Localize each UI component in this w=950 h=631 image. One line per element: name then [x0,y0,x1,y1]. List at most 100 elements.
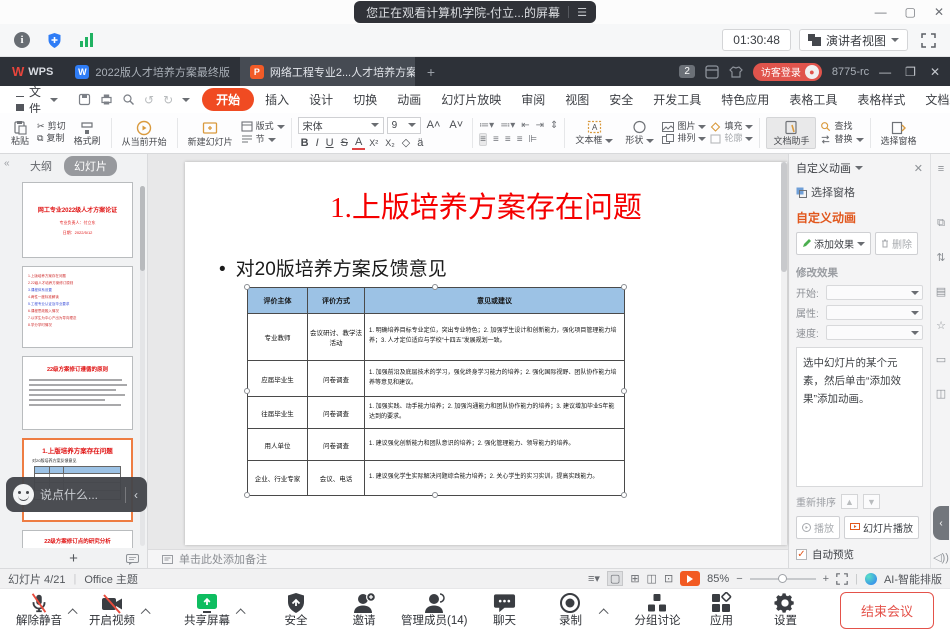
arrange-button[interactable]: 排列 [662,134,706,144]
collapse-sidebar-tab[interactable]: ‹ [933,506,949,540]
picture-button[interactable]: 图片 [662,122,706,132]
zoom-level[interactable]: 85% [707,573,729,585]
bold-button[interactable]: B [298,137,312,149]
share-pane-icon[interactable]: ◫ [934,386,948,400]
skin-theme-icon[interactable] [729,65,743,79]
tab-security[interactable]: 安全 [600,91,642,108]
viewing-banner[interactable]: 您正在观看计算机学院-付立...的屏幕 ☰ [354,1,596,23]
slide-thumbnail-1[interactable]: 1 网工专业2022级人才方案论证 专业负责人：付立东 日期：2022/5/12 [22,182,133,258]
numbered-list-icon[interactable]: ≕▾ [500,120,515,131]
minimize-button[interactable]: — [875,5,887,19]
property-select[interactable] [826,305,923,320]
record-button[interactable]: 录制 [543,592,597,628]
props-pane-icon[interactable]: ⧉ [934,216,948,230]
section-button[interactable]: 节 [241,134,285,145]
meeting-info-icon[interactable]: i [10,28,34,52]
apps-button[interactable]: 应用 [694,592,748,628]
video-options-caret[interactable] [141,608,151,618]
table-cell[interactable]: 专业教师 [248,314,308,361]
animation-pane-icon[interactable]: ⇅ [934,250,948,264]
media-pane-icon[interactable]: ▤ [934,284,948,298]
tab-slideshow[interactable]: 幻灯片放映 [432,91,510,108]
selection-handle[interactable] [621,388,627,394]
zoom-in-button[interactable]: + [823,573,829,585]
slide-table[interactable]: 评价主体 评价方式 意见或建议 专业教师 会议研讨、教学法活动 1. 明确培养目… [247,287,625,496]
slide-title[interactable]: 1.上版培养方案存在问题 [185,184,787,226]
slide-play-button[interactable]: 幻灯片播放 [844,516,919,539]
auto-preview-checkbox[interactable]: ✓ [796,549,807,560]
text-direction-icon[interactable]: ⊫ [529,134,538,145]
end-meeting-button[interactable]: 结束会议 [840,592,934,629]
align-left-icon[interactable]: ≡ [479,133,487,146]
subscript-button[interactable]: X₂ [382,138,398,148]
tab-count-badge[interactable]: 2 [679,65,695,78]
tab-animation[interactable]: 动画 [388,91,430,108]
underline-button[interactable]: U [323,137,337,149]
table-header-cell[interactable]: 评价方式 [308,288,365,314]
selection-handle[interactable] [244,284,250,290]
new-slide-button[interactable]: 新建幻灯片 [184,120,237,147]
tab-insert[interactable]: 插入 [256,91,298,108]
line-spacing-icon[interactable]: ⇕ [550,120,558,131]
table-cell[interactable]: 问卷调查 [308,361,365,397]
shrink-font-button[interactable]: A˅ [446,119,466,131]
find-button[interactable]: 查找 [820,121,863,132]
resource-pane-icon[interactable]: ▭ [934,352,948,366]
notes-bar[interactable]: 单击此处添加备注 [148,549,788,568]
tab-view[interactable]: 视图 [556,91,598,108]
chevron-down-icon[interactable] [855,166,863,170]
add-effect-button[interactable]: 添加效果 [796,232,871,255]
tab-review[interactable]: 审阅 [512,91,554,108]
zoom-out-button[interactable]: − [736,573,742,585]
wps-restore-button[interactable]: ❐ [905,65,916,79]
phonetic-guide-icon[interactable]: ä [414,137,426,149]
ai-layout-label[interactable]: AI-智能排版 [884,571,942,587]
mic-options-caret[interactable] [68,608,78,618]
tab-table-tools[interactable]: 表格工具 [780,91,846,108]
tab-doc-assistant[interactable]: 文档助手 [916,91,950,108]
start-video-button[interactable]: 开启视频 [85,592,139,628]
slide-thumbnail-5[interactable]: 5 22级方案修订点的研究分析 [22,530,133,548]
selection-handle[interactable] [621,492,627,498]
layout-button[interactable]: 版式 [241,121,285,132]
slide-sorter-icon[interactable]: ⊞ [630,572,639,585]
italic-button[interactable]: I [313,137,322,149]
speaker-icon[interactable]: ◁)) [934,550,948,564]
table-cell[interactable]: 1. 建议强化创新能力和团队意识的培养；2. 强化管理能力、领导能力的培养。 [365,429,625,461]
slide-thumbnail-2[interactable]: 2 1.上版培养方案存在问题 2.22级人才培养方案修订原则 3.课程体系设置 … [22,266,133,348]
breakout-rooms-button[interactable]: 分组讨论 [630,592,684,628]
play-from-current-button[interactable]: 从当前开始 [118,120,171,147]
chat-quick-input[interactable]: 说点什么... [40,486,119,503]
tab-home[interactable]: 开始 [202,88,254,111]
favorites-pane-icon[interactable]: ☆ [934,318,948,332]
save-icon[interactable] [78,93,91,106]
move-up-button[interactable]: ▲ [841,494,858,509]
strikethrough-button[interactable]: S [338,137,351,149]
unmute-button[interactable]: 解除静音 [12,592,66,628]
fullscreen-button[interactable] [916,28,940,52]
outline-button[interactable]: 轮廓 [710,134,753,144]
shapes-button[interactable]: 形状 [621,120,658,146]
doc-tab-presentation[interactable]: P 网络工程专业2...人才培养方案终 ✕ [240,57,415,86]
normal-view-icon[interactable]: ▢ [607,571,623,586]
settings-button[interactable]: 设置 [758,592,812,628]
slide-bullet-text[interactable]: •对20版培养方案反馈意见 [219,254,787,281]
print-icon[interactable] [100,93,113,106]
redo-icon[interactable]: ↻ [163,93,173,107]
selection-pane-button[interactable]: 选择窗格 [877,121,921,146]
wps-close-button[interactable]: ✕ [930,65,940,79]
quick-access-more-icon[interactable] [182,98,190,102]
tab-outline[interactable]: 大纲 [30,158,52,174]
close-button[interactable]: ✕ [934,5,944,19]
decrease-indent-icon[interactable]: ⇤ [521,120,529,131]
selection-pane-link[interactable]: 选择窗格 [796,184,923,200]
superscript-button[interactable]: X² [366,138,381,148]
bullet-list-icon[interactable]: ≔▾ [479,120,494,131]
slide-editor[interactable]: 1.上版培养方案存在问题 •对20版培养方案反馈意见 评价主体 评价方式 意见或… [185,162,787,545]
collapse-panel-icon[interactable]: « [4,158,10,169]
text-box-button[interactable]: A 文本框 [571,120,617,146]
grow-font-button[interactable]: A˄ [424,119,444,131]
new-tab-button[interactable]: + [415,57,447,86]
tab-design[interactable]: 设计 [300,91,342,108]
align-center-icon[interactable]: ≡ [493,134,499,145]
